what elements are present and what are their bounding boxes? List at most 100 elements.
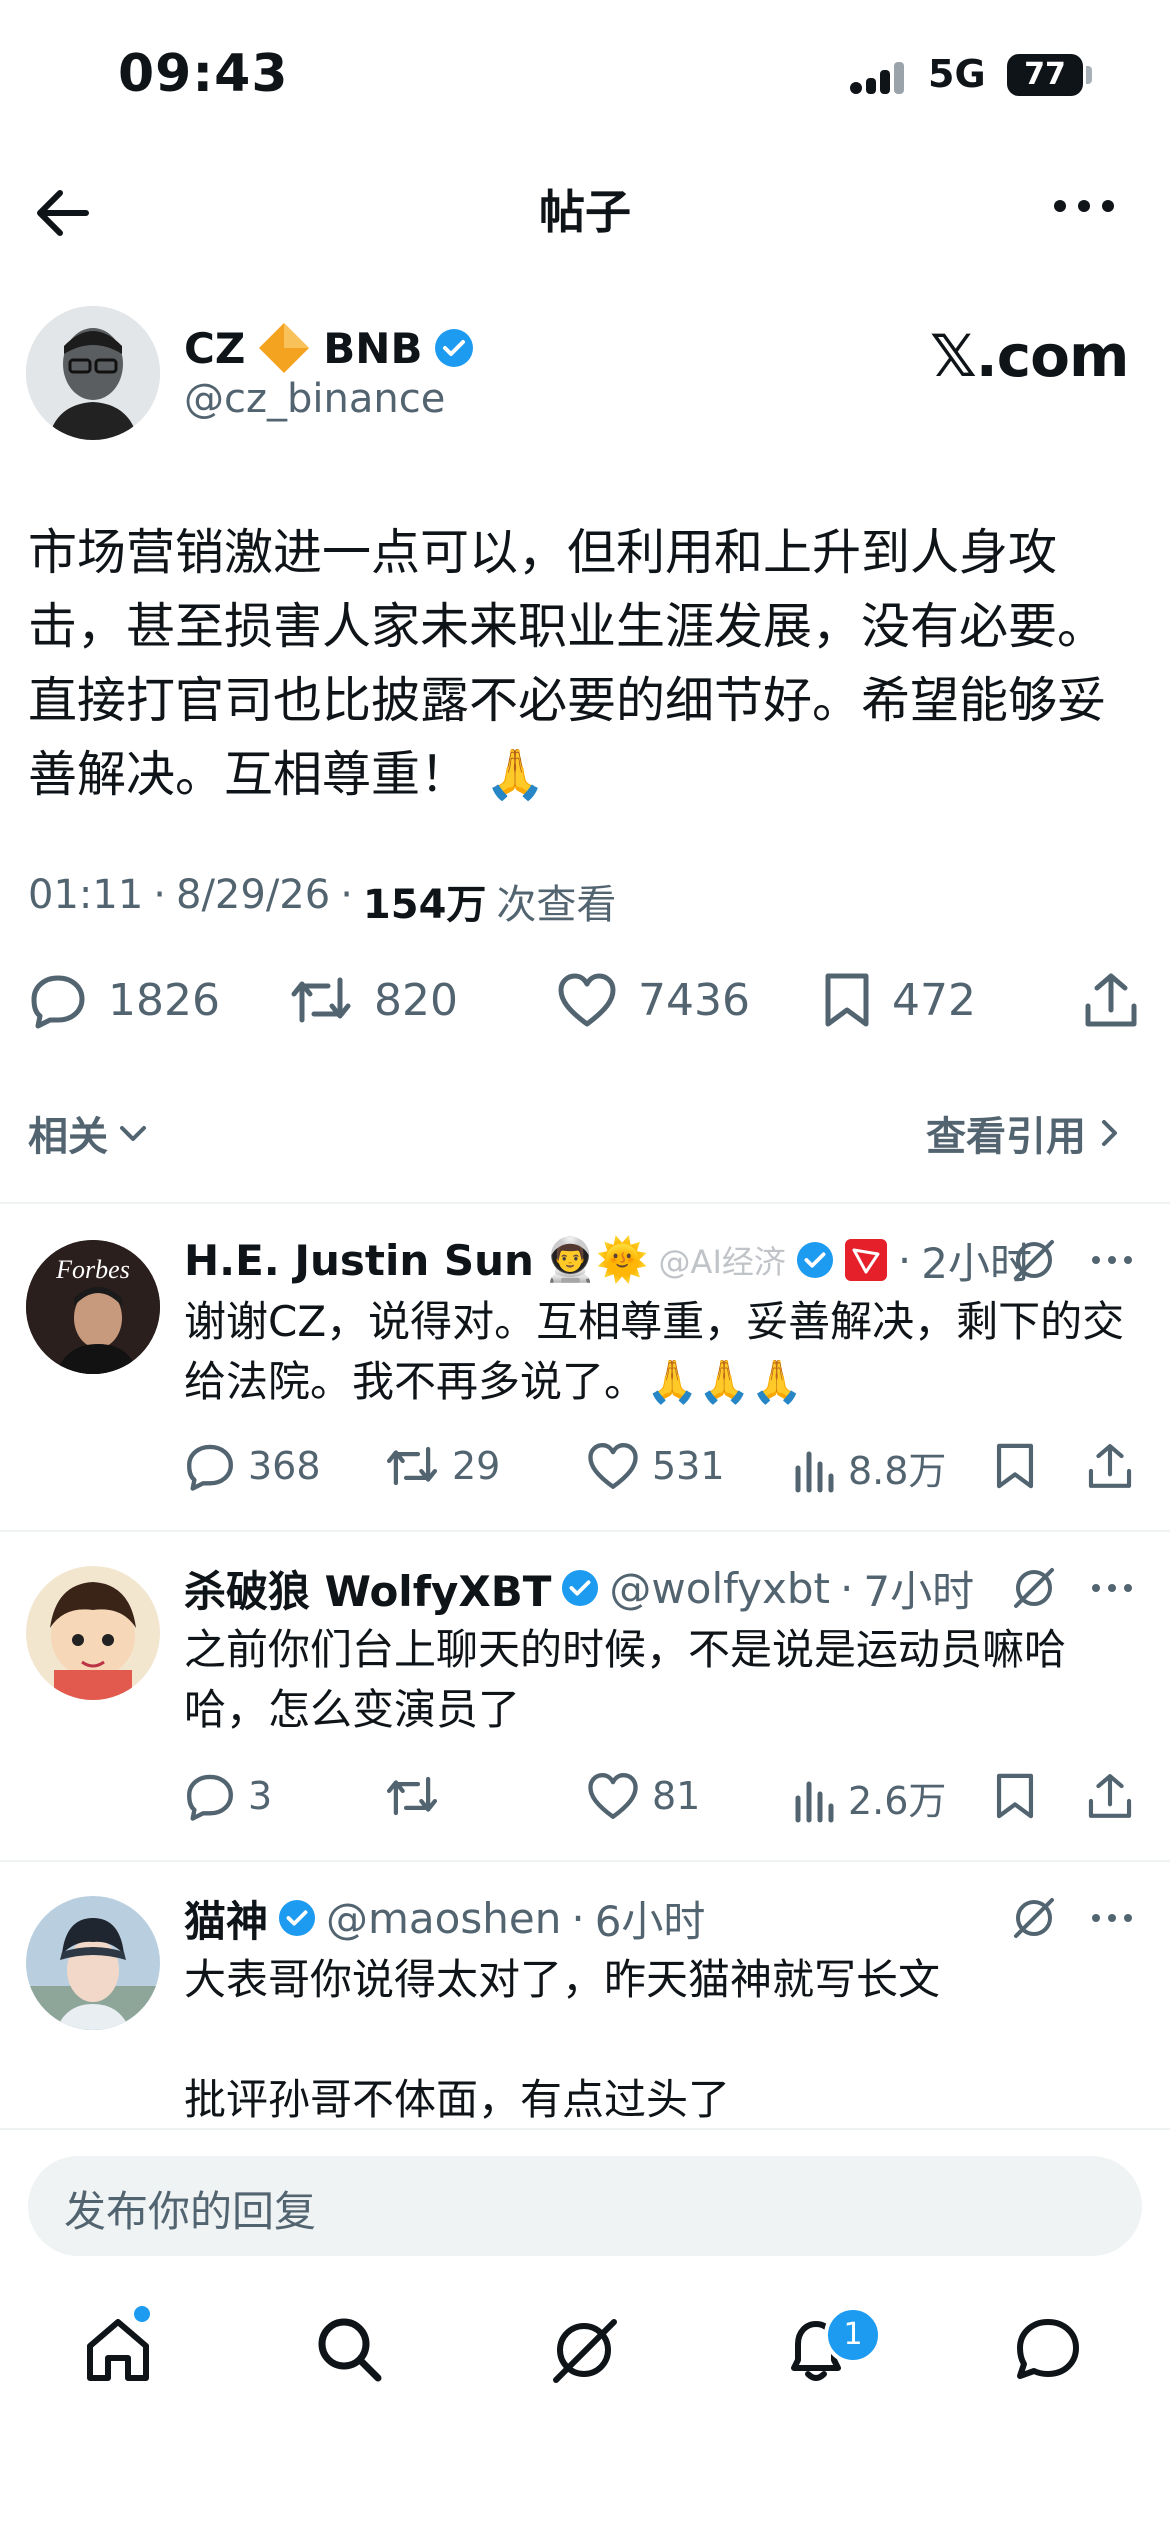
more-icon (1092, 1256, 1132, 1264)
home-new-dot (134, 2306, 150, 2322)
reply-composer-placeholder: 发布你的回复 (64, 2187, 317, 2236)
reply-more-button[interactable] (1090, 1250, 1134, 1270)
views-button[interactable]: 8.8万 (792, 1440, 946, 1495)
tab-messages[interactable] (1008, 2310, 1088, 2390)
verified-badge-icon (796, 1241, 834, 1279)
like-button[interactable]: 81 (586, 1770, 700, 1822)
reply-text-continued: 批评孙哥不体面，有点过头了 (184, 2075, 731, 2124)
like-count: 81 (652, 1774, 701, 1818)
divider (0, 1202, 1170, 1204)
post-date: 8/29/26 (176, 872, 331, 918)
bookmark-button[interactable] (994, 1440, 1036, 1492)
cellular-signal-icon (848, 60, 910, 96)
repost-icon (291, 977, 351, 1023)
post-text: 市场营销激进一点可以，但利用和上升到人身攻击，甚至损害人家未来职业生涯发展，没有… (28, 524, 1107, 803)
views-count: 2.6万 (848, 1779, 947, 1823)
author-avatar[interactable] (26, 306, 160, 440)
grok-icon (1014, 1568, 1054, 1608)
verified-badge-icon (434, 328, 474, 368)
repost-count: 820 (374, 974, 458, 1026)
post-time: 01:11 (28, 872, 144, 918)
grok-button[interactable] (1010, 1564, 1058, 1612)
bookmark-icon (996, 1773, 1034, 1819)
reply-button[interactable]: 368 (184, 1440, 321, 1492)
repost-button[interactable]: 29 (384, 1440, 500, 1492)
share-button[interactable] (1086, 1440, 1134, 1492)
like-count: 7436 (638, 974, 750, 1026)
like-icon (558, 973, 616, 1027)
reply-button[interactable]: 3 (184, 1770, 272, 1822)
network-type: 5G (928, 52, 986, 96)
reply-header: 猫神 @maoshen · 6小时 (184, 1886, 705, 1950)
grok-button[interactable] (1010, 1236, 1058, 1284)
bookmark-icon (825, 973, 869, 1027)
share-icon (1088, 1774, 1132, 1818)
author-name-suffix: BNB (323, 323, 423, 373)
battery-tip (1086, 66, 1092, 84)
reply-icon (187, 1444, 233, 1491)
post-views-label: 次查看 (496, 882, 617, 928)
verified-badge-icon (561, 1569, 599, 1607)
grok-button[interactable] (1010, 1894, 1058, 1942)
like-button[interactable]: 7436 (556, 970, 750, 1030)
search-icon (318, 2318, 382, 2382)
page-title: 帖子 (539, 185, 631, 239)
notifications-badge: 1 (824, 2306, 882, 2364)
reply-author-handle[interactable]: @wolfyxbt (609, 1564, 830, 1613)
bookmark-button[interactable]: 472 (822, 970, 976, 1030)
more-options-button[interactable] (1048, 186, 1120, 226)
bookmark-icon (996, 1443, 1034, 1489)
like-icon (588, 1773, 638, 1819)
share-button[interactable] (1086, 1770, 1134, 1822)
reply-count: 1826 (108, 974, 220, 1026)
share-icon (1088, 1444, 1132, 1488)
repost-button[interactable]: 820 (288, 970, 458, 1030)
home-icon (87, 2319, 149, 2381)
repost-icon (386, 1446, 438, 1486)
related-dropdown[interactable]: 相关 (28, 1104, 150, 1162)
repost-button[interactable] (384, 1770, 440, 1822)
view-quotes-link[interactable]: 查看引用 (926, 1104, 1124, 1162)
reply-count: 3 (248, 1774, 273, 1818)
orange-diamond-icon (257, 321, 311, 375)
author-name: CZ (184, 323, 246, 373)
reply-time: 6小时 (594, 1896, 706, 1946)
reply-avatar[interactable] (26, 1566, 160, 1700)
tron-logo-icon (844, 1238, 888, 1282)
bookmark-button[interactable] (994, 1770, 1036, 1822)
verified-badge-icon (278, 1899, 316, 1937)
reply-avatar[interactable] (26, 1896, 160, 2030)
grok-icon (1014, 1240, 1054, 1280)
post-views-count: 154万 (362, 882, 487, 928)
reply-author-handle[interactable]: @maoshen (326, 1894, 561, 1943)
like-button[interactable]: 531 (586, 1440, 725, 1492)
reply-button[interactable]: 1826 (28, 970, 220, 1030)
views-button[interactable]: 2.6万 (792, 1770, 946, 1825)
post-meta: 01:11 · 8/29/26 · 154万 次查看 (28, 872, 617, 928)
views-icon (795, 1781, 834, 1822)
share-icon (1085, 973, 1137, 1027)
related-label: 相关 (28, 1114, 108, 1160)
grok-icon (1014, 1898, 1054, 1938)
reply-author-name[interactable]: H.E. Justin Sun (184, 1236, 534, 1285)
author-name-row[interactable]: CZ BNB (184, 318, 474, 378)
watermark-text: @AI经济 (658, 1243, 786, 1281)
share-button[interactable] (1082, 970, 1140, 1030)
author-handle[interactable]: @cz_binance (184, 376, 445, 422)
tab-search[interactable] (310, 2310, 390, 2390)
reply-header: 杀破狼 WolfyXBT @wolfyxbt · 7小时 (184, 1556, 974, 1620)
repost-icon (386, 1776, 438, 1816)
tab-home[interactable] (78, 2310, 158, 2390)
view-quotes-label: 查看引用 (926, 1114, 1086, 1160)
reply-avatar[interactable]: Forbes (26, 1240, 160, 1374)
reply-more-button[interactable] (1090, 1908, 1134, 1928)
reply-more-button[interactable] (1090, 1578, 1134, 1598)
reply-author-name[interactable]: 猫神 (184, 1888, 268, 1949)
repost-count: 29 (452, 1444, 501, 1488)
tab-grok[interactable] (544, 2310, 624, 2390)
like-count: 531 (652, 1444, 725, 1488)
bookmark-count: 472 (892, 974, 976, 1026)
reply-author-name[interactable]: 杀破狼 WolfyXBT (184, 1558, 551, 1619)
reply-header: H.E. Justin Sun 👨‍🚀🌞 @AI经济 · 2小时 (184, 1228, 1032, 1292)
reply-icon (187, 1774, 233, 1821)
